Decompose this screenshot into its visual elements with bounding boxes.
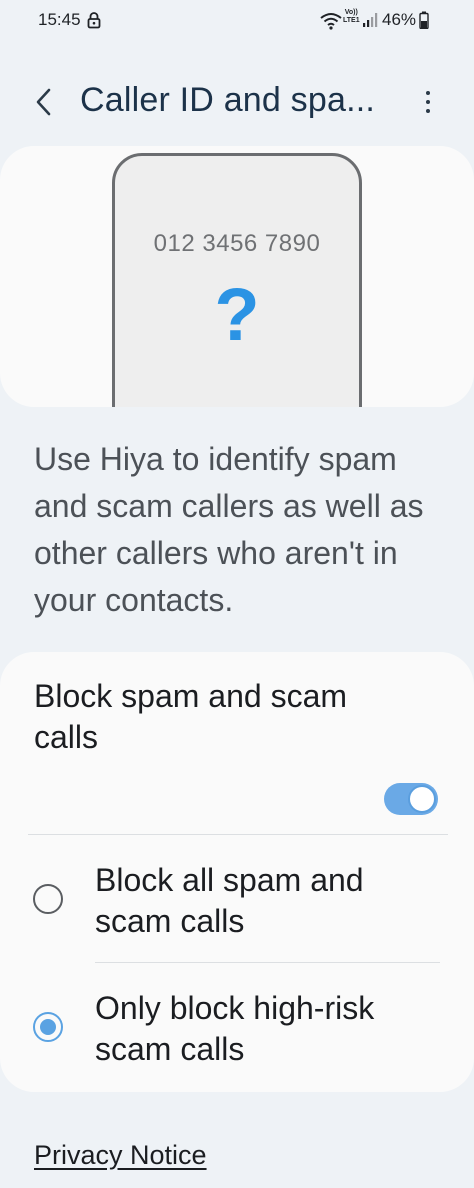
radio-button-unselected[interactable] — [33, 884, 63, 914]
illustration-phone-number: 012 3456 7890 — [153, 230, 321, 257]
toggle-knob — [408, 785, 436, 813]
battery-percentage: 46% — [382, 10, 417, 29]
phone-illustration: 012 3456 7890 ? — [112, 153, 362, 407]
lock-icon — [87, 11, 101, 29]
more-options-button[interactable] — [410, 84, 446, 120]
option-high-risk[interactable]: Only block high-risk scam calls — [0, 976, 474, 1088]
privacy-notice-link[interactable]: Privacy Notice — [34, 1140, 207, 1171]
battery-icon — [419, 11, 429, 30]
status-time: 15:45 — [38, 10, 81, 29]
question-mark-icon: ? — [214, 273, 260, 356]
divider — [95, 962, 440, 963]
wifi-icon — [320, 12, 342, 30]
option-block-all[interactable]: Block all spam and scam calls — [0, 848, 474, 960]
volte-indicator: Vo)) LTE1 — [343, 9, 360, 25]
more-vertical-icon-dot — [426, 109, 430, 113]
block-settings-card: Block spam and scam calls Block all spam… — [0, 652, 474, 1092]
radio-button-selected[interactable] — [33, 1012, 63, 1042]
more-vertical-icon-dot — [426, 91, 430, 95]
screen: 15:45 Vo)) LTE1 46% Caller ID and spa...… — [0, 0, 474, 1188]
status-bar: 15:45 Vo)) LTE1 46% — [0, 0, 474, 44]
volte-line-2: LTE1 — [343, 17, 360, 24]
description-text: Use Hiya to identify spam and scam calle… — [34, 441, 424, 618]
back-button[interactable] — [24, 80, 64, 124]
radio-selected-dot — [40, 1019, 56, 1035]
block-spam-title: Block spam and scam calls — [34, 678, 348, 755]
volte-line-1: Vo)) — [344, 9, 358, 16]
option-block-all-label: Block all spam and scam calls — [95, 862, 364, 939]
caller-id-illustration: 012 3456 7890 ? — [0, 146, 474, 407]
more-vertical-icon-dot — [426, 100, 430, 104]
signal-icon — [362, 12, 378, 28]
app-header: Caller ID and spa... — [0, 66, 474, 136]
page-title: Caller ID and spa... — [80, 81, 376, 119]
block-spam-toggle[interactable] — [384, 783, 438, 815]
chevron-left-icon — [36, 88, 51, 116]
option-high-risk-label: Only block high-risk scam calls — [95, 990, 375, 1067]
divider — [28, 834, 448, 835]
